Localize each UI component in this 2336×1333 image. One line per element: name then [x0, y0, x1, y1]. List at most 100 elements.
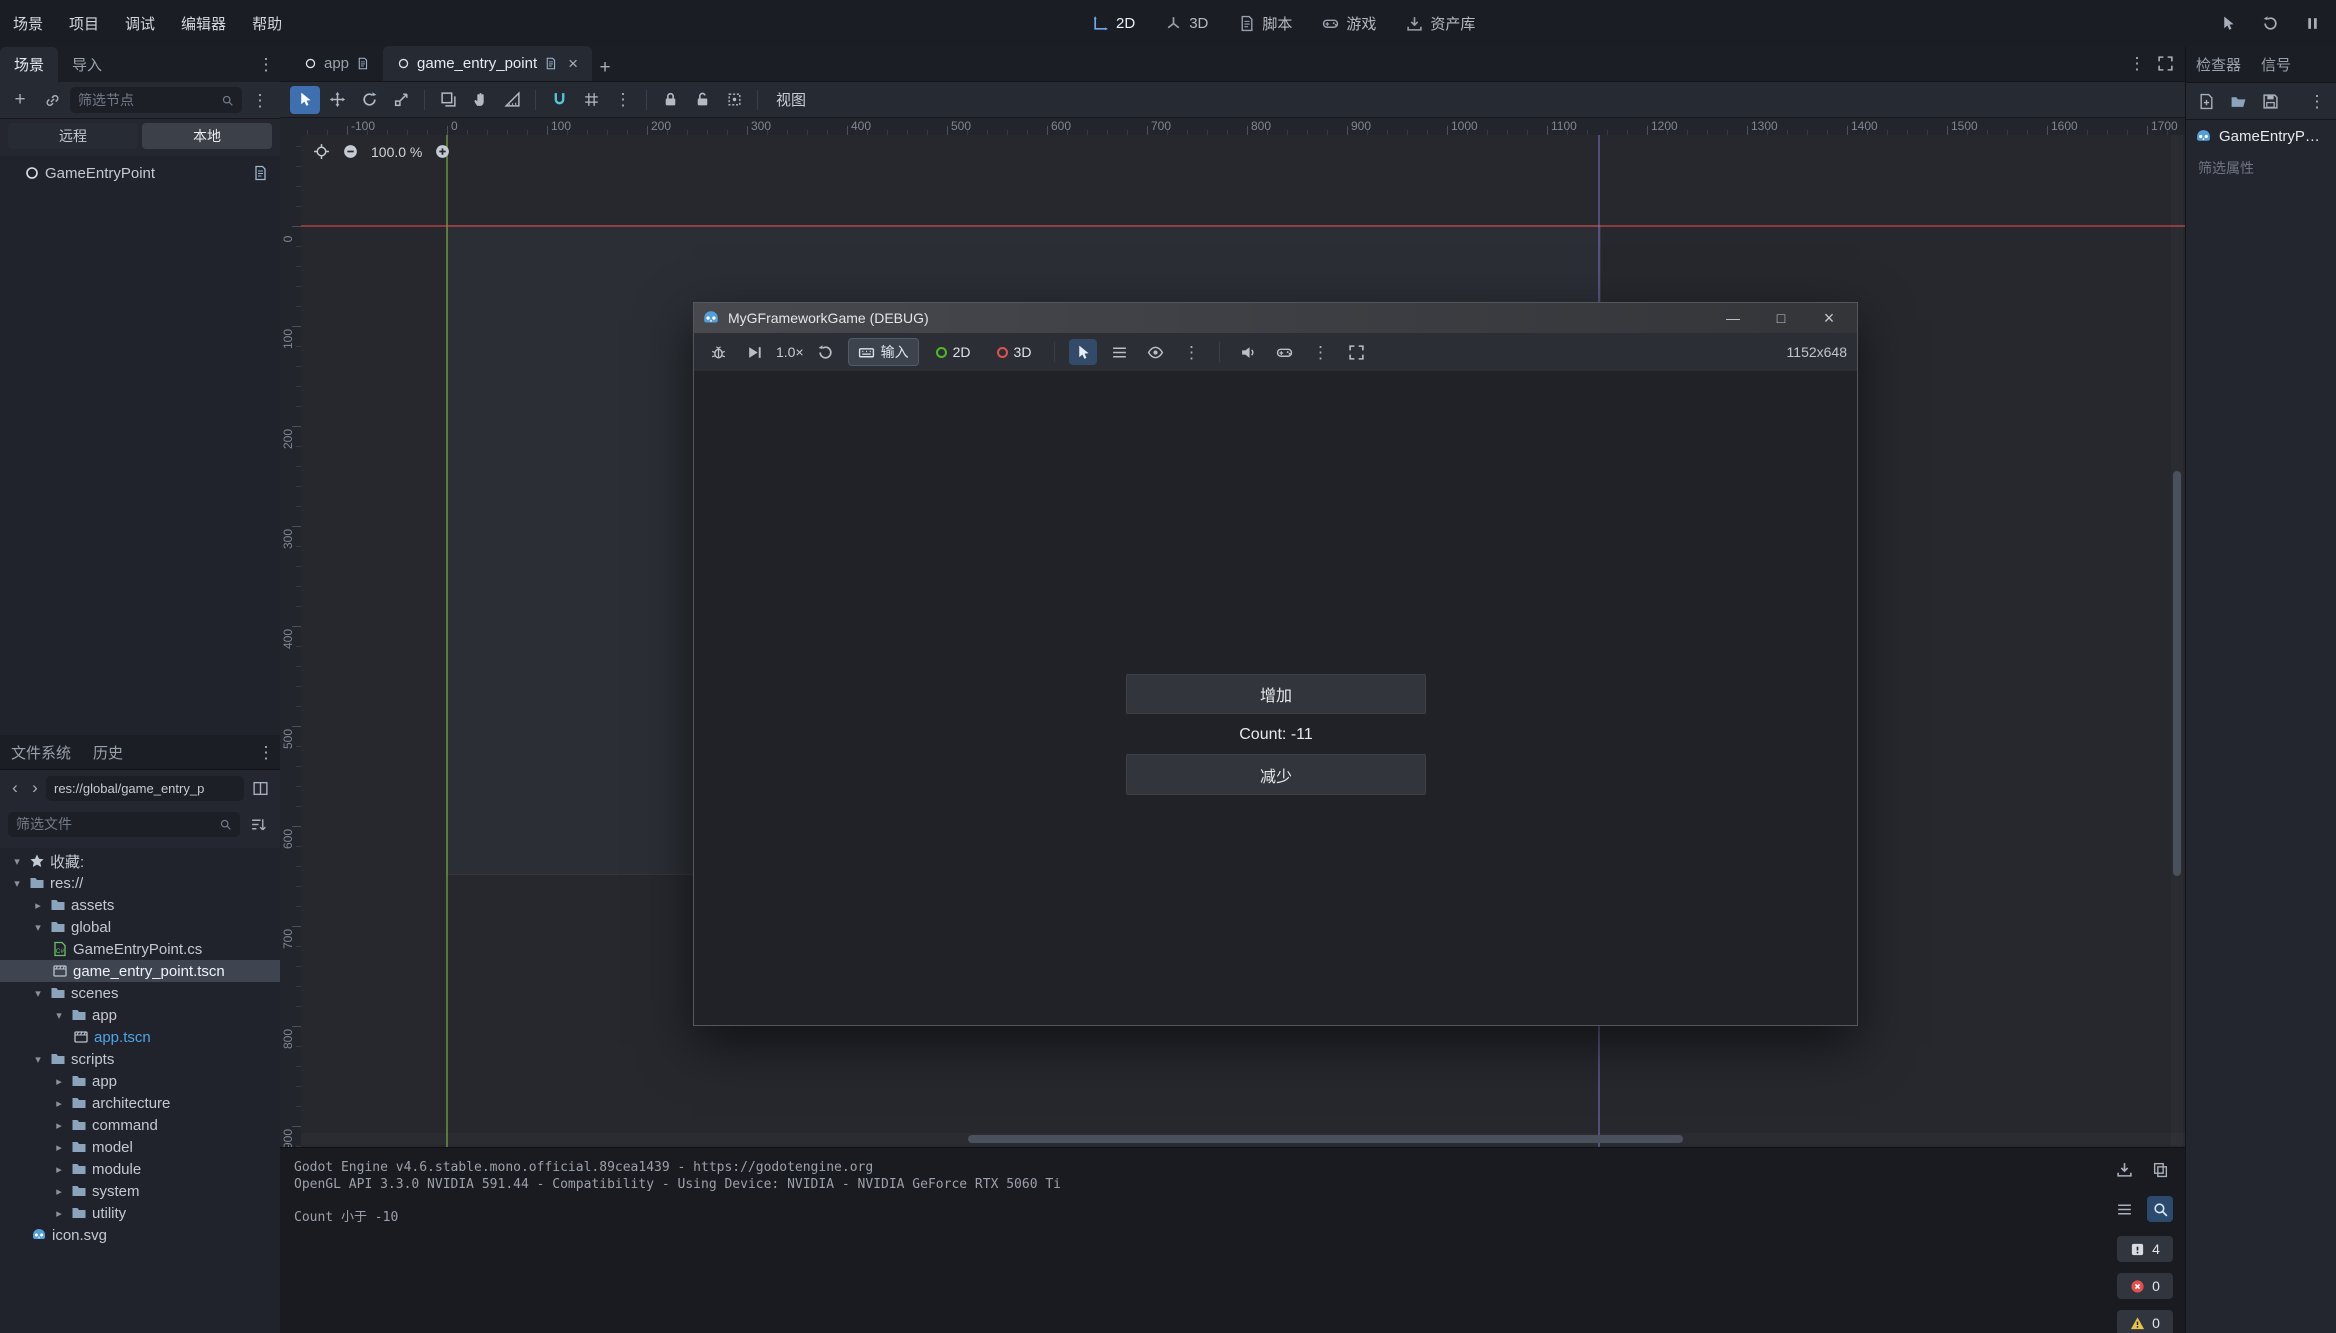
file-sort-button[interactable] — [244, 810, 272, 838]
tab-game[interactable]: 游戏 — [1322, 13, 1376, 34]
scrollbar-thumb[interactable] — [2173, 471, 2181, 876]
file-row-scenes[interactable]: ▾scenes — [0, 982, 280, 1004]
menu-editor[interactable]: 编辑器 — [168, 0, 239, 46]
tab-history[interactable]: 历史 — [82, 736, 134, 769]
restart-game-button[interactable] — [812, 339, 840, 365]
decrease-button[interactable]: 减少 — [1126, 754, 1426, 795]
zoom-level[interactable]: 100.0 % — [371, 144, 422, 160]
file-row-system[interactable]: ▸system — [0, 1180, 280, 1202]
tree-closed-icon[interactable]: ▸ — [52, 1119, 66, 1132]
reload-button[interactable] — [2256, 9, 2284, 37]
list-select-tool-button[interactable] — [433, 86, 463, 114]
scene-tab-game-entry-point[interactable]: game_entry_point × — [383, 46, 592, 81]
attached-script-icon[interactable] — [252, 165, 268, 181]
lock-node-button[interactable] — [655, 86, 685, 114]
pause-button[interactable] — [2298, 9, 2326, 37]
new-resource-button[interactable] — [2192, 87, 2220, 115]
tree-closed-icon[interactable]: ▸ — [52, 1163, 66, 1176]
scene-tree-menu-button[interactable]: ⋮ — [246, 86, 274, 114]
history-forward-button[interactable]: › — [26, 774, 44, 802]
tree-open-icon[interactable]: ▾ — [31, 1053, 45, 1066]
history-back-button[interactable]: ‹ — [6, 774, 24, 802]
fullscreen-game-button[interactable] — [1342, 339, 1370, 365]
snap-options-button[interactable]: ⋮ — [608, 86, 638, 114]
split-filesystem-button[interactable] — [246, 774, 274, 802]
warnings-count-badge[interactable]: 0 — [2117, 1310, 2173, 1333]
file-row-module[interactable]: ▸module — [0, 1158, 280, 1180]
file-row-scripts[interactable]: ▾scripts — [0, 1048, 280, 1070]
select-tool-button[interactable] — [290, 86, 320, 114]
filesystem-menu-button[interactable]: ⋮ — [252, 738, 280, 766]
scene-tree[interactable]: GameEntryPoint — [0, 156, 280, 735]
filesystem-tree[interactable]: ▾收藏: ▾res:// ▸assets ▾global GameEntryPo… — [0, 848, 280, 1333]
visibility-button[interactable] — [1141, 339, 1169, 365]
debug-3d-button[interactable]: 3D — [988, 339, 1041, 365]
errors-count-badge[interactable]: 0 — [2117, 1273, 2173, 1299]
viewport-horizontal-scrollbar[interactable] — [301, 1133, 2185, 1145]
view-menu[interactable]: 视图 — [766, 89, 816, 110]
save-resource-button[interactable] — [2256, 87, 2284, 115]
messages-count-badge[interactable]: 4 — [2117, 1236, 2173, 1262]
menu-debug[interactable]: 调试 — [112, 0, 168, 46]
joypad-button[interactable] — [1270, 339, 1298, 365]
tab-import-dock[interactable]: 导入 — [58, 47, 116, 82]
move-tool-button[interactable] — [322, 86, 352, 114]
menu-project[interactable]: 项目 — [56, 0, 112, 46]
tab-filesystem[interactable]: 文件系统 — [0, 736, 82, 769]
tab-script[interactable]: 脚本 — [1238, 13, 1292, 34]
center-view-button[interactable] — [313, 143, 330, 160]
pan-tool-button[interactable] — [465, 86, 495, 114]
scale-tool-button[interactable] — [386, 86, 416, 114]
add-node-button[interactable]: + — [6, 86, 34, 114]
menu-scene[interactable]: 场景 — [0, 0, 56, 46]
mute-audio-button[interactable] — [1234, 339, 1262, 365]
scene-tabs-menu-button[interactable]: ⋮ — [2123, 49, 2151, 77]
pick-node-button[interactable] — [1069, 339, 1097, 365]
file-row-favorites[interactable]: ▾收藏: — [0, 850, 280, 872]
file-row-scripts-app[interactable]: ▸app — [0, 1070, 280, 1092]
tab-3d[interactable]: 3D — [1165, 15, 1208, 32]
tree-closed-icon[interactable]: ▸ — [52, 1097, 66, 1110]
game-viewport[interactable]: 增加 Count: -11 减少 — [694, 371, 1857, 1025]
debug-2d-button[interactable]: 2D — [927, 339, 980, 365]
tree-closed-icon[interactable]: ▸ — [52, 1075, 66, 1088]
file-row-icon-svg[interactable]: icon.svg — [0, 1224, 280, 1246]
select-list-button[interactable] — [1105, 339, 1133, 365]
tree-closed-icon[interactable]: ▸ — [52, 1207, 66, 1220]
file-row-architecture[interactable]: ▸architecture — [0, 1092, 280, 1114]
increase-button[interactable]: 增加 — [1126, 674, 1426, 714]
time-scale-label[interactable]: 1.0× — [776, 344, 804, 360]
game-options-button[interactable]: ⋮ — [1306, 339, 1334, 365]
2d-viewport[interactable]: 100.0 % MyGFrameworkGame (DEBUG) — □ × 1… — [301, 135, 2185, 1147]
scene-tab-app[interactable]: app — [290, 46, 383, 81]
scrollbar-thumb[interactable] — [968, 1135, 1683, 1143]
filter-files-input[interactable]: 筛选文件 — [8, 812, 240, 837]
load-resource-button[interactable] — [2224, 87, 2252, 115]
tree-open-icon[interactable]: ▾ — [52, 1009, 66, 1022]
tree-open-icon[interactable]: ▾ — [31, 921, 45, 934]
local-button[interactable]: 本地 — [142, 123, 272, 149]
maximize-button[interactable]: □ — [1761, 303, 1801, 333]
file-row-res-root[interactable]: ▾res:// — [0, 872, 280, 894]
pick-tool-button[interactable] — [2214, 9, 2242, 37]
minimize-button[interactable]: — — [1713, 303, 1753, 333]
group-node-button[interactable] — [719, 86, 749, 114]
pick-options-button[interactable]: ⋮ — [1177, 339, 1205, 365]
close-tab-icon[interactable]: × — [568, 54, 578, 74]
scene-dock-menu-button[interactable]: ⋮ — [252, 50, 280, 78]
save-output-button[interactable] — [2111, 1156, 2137, 1182]
file-row-app-tscn[interactable]: app.tscn — [0, 1026, 280, 1048]
game-window-titlebar[interactable]: MyGFrameworkGame (DEBUG) — □ × — [694, 303, 1857, 333]
inspected-node-row[interactable]: GameEntryPoint — [2186, 120, 2336, 152]
tab-inspector[interactable]: 检查器 — [2186, 47, 2251, 82]
tab-signals[interactable]: 信号 — [2251, 47, 2301, 82]
smart-snap-button[interactable] — [544, 86, 574, 114]
output-layout-button[interactable] — [2111, 1196, 2137, 1222]
menu-help[interactable]: 帮助 — [239, 0, 295, 46]
tab-2d[interactable]: 2D — [1092, 15, 1135, 32]
search-output-button[interactable] — [2147, 1196, 2173, 1222]
next-frame-button[interactable] — [740, 339, 768, 365]
file-row-command[interactable]: ▸command — [0, 1114, 280, 1136]
zoom-out-button[interactable] — [342, 143, 359, 160]
grid-snap-button[interactable] — [576, 86, 606, 114]
